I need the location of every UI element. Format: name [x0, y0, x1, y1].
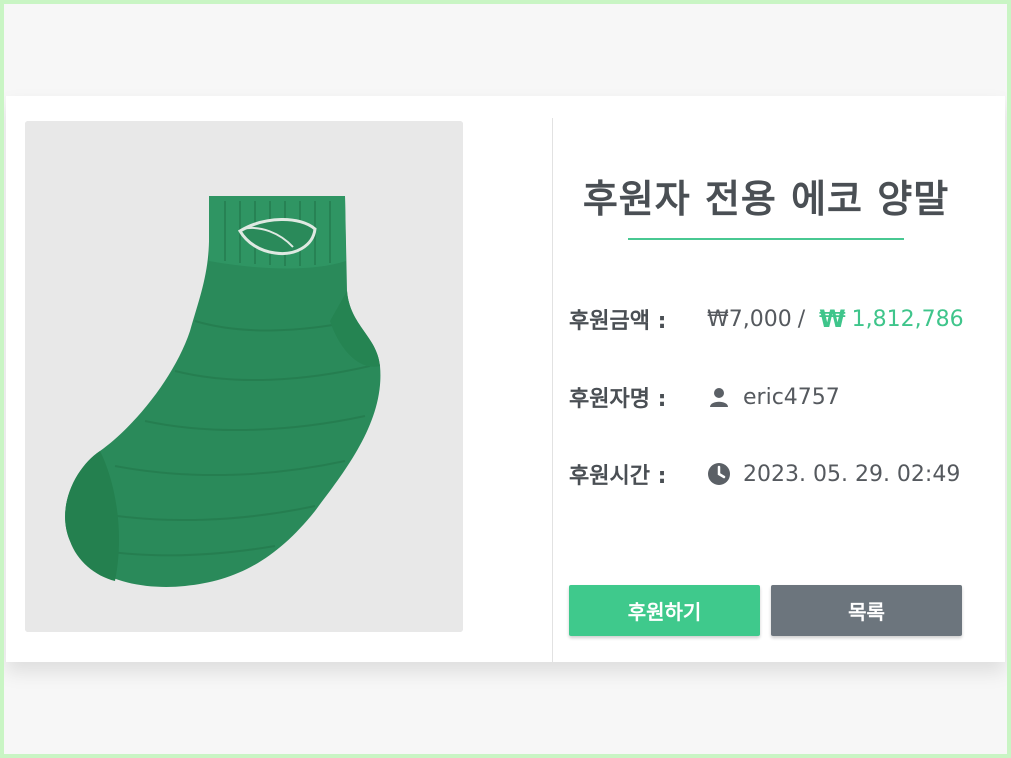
clock-icon: [707, 462, 731, 486]
donation-time-value: 2023. 05. 29. 02:49: [743, 461, 961, 487]
donor-name-label: 후원자명 :: [569, 387, 667, 412]
title-underline: [628, 238, 904, 240]
total-amount: ₩ 1,812,786: [819, 305, 963, 333]
amount-value: ₩7,000: [707, 306, 792, 332]
product-image: [25, 121, 463, 632]
amount-label: 후원금액 :: [569, 309, 667, 334]
list-button[interactable]: 목록: [771, 585, 962, 636]
donate-button[interactable]: 후원하기: [569, 585, 760, 636]
won-icon: ₩: [819, 305, 846, 333]
product-title: 후원자 전용 에코 양말: [582, 177, 950, 221]
total-amount-value: 1,812,786: [851, 306, 964, 332]
amount-row: 후원금액 : ₩7,000 / ₩ 1,812,786: [569, 299, 964, 339]
user-icon: [707, 385, 731, 409]
donation-time-row: 후원시간 : 2023. 05. 29. 02:49: [569, 454, 960, 494]
sock-illustration: [25, 121, 463, 632]
donor-name-row: 후원자명 : eric4757: [569, 377, 840, 417]
donor-name-value: eric4757: [743, 384, 840, 410]
vertical-divider: [552, 118, 553, 662]
amount-separator: /: [797, 306, 806, 332]
donation-time-label: 후원시간 :: [569, 464, 667, 489]
